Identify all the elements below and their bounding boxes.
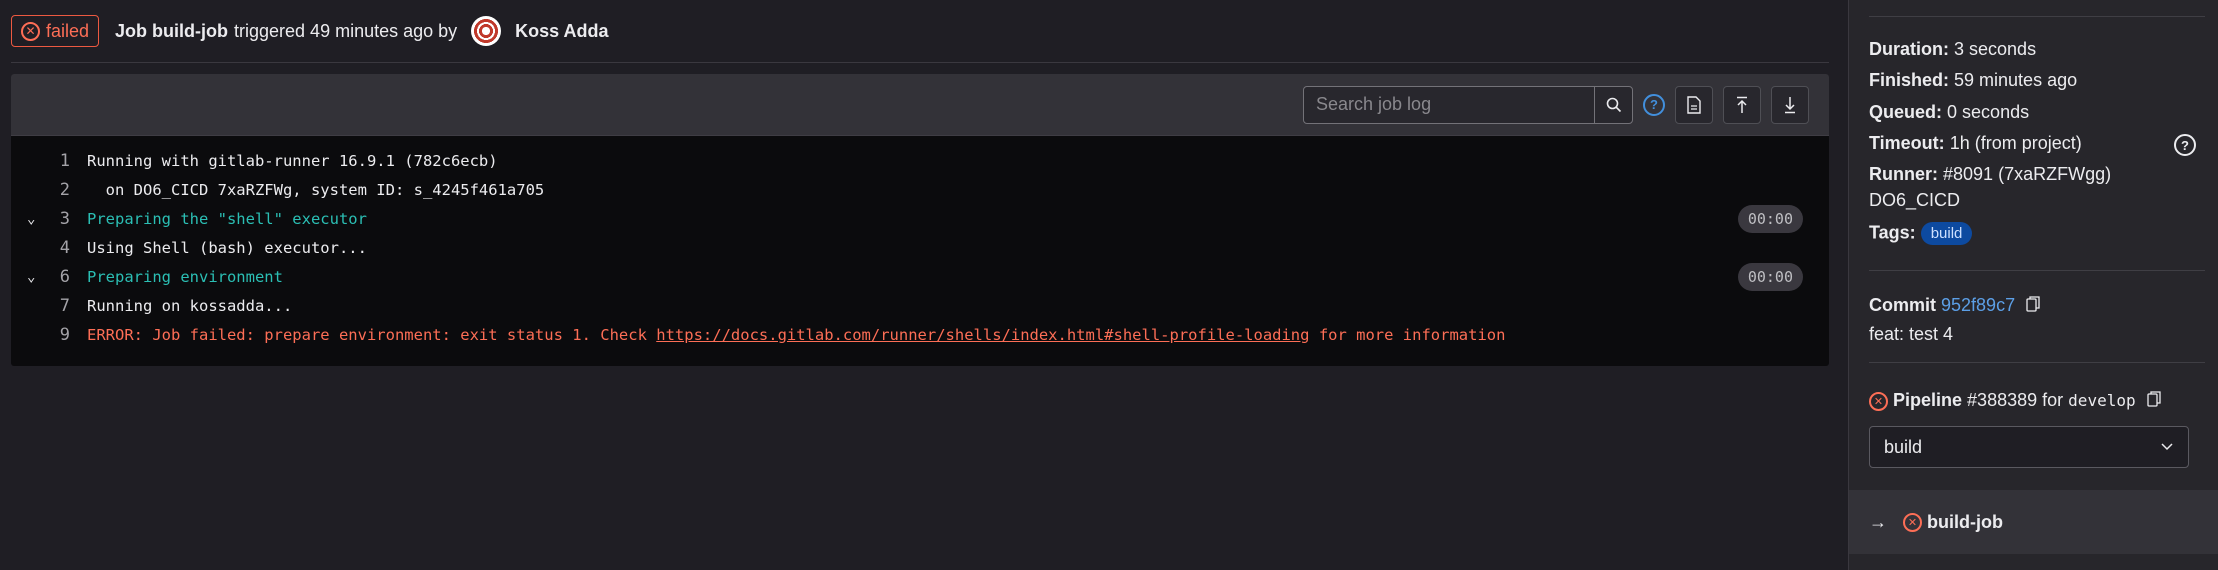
- section-duration-badge: 00:00: [1737, 263, 1803, 291]
- triggered-text: triggered 49 minutes ago by: [234, 20, 458, 41]
- log-text: on DO6_CICD 7xaRZFWg, system ID: s_4245f…: [87, 180, 545, 199]
- line-number[interactable]: 2: [11, 180, 87, 200]
- runner-row: Runner: #8091 (7xaRZFWgg): [1869, 164, 2111, 185]
- status-badge[interactable]: ✕ failed: [11, 15, 100, 47]
- runner-label: Runner:: [1869, 164, 1938, 184]
- tags-row: Tags: build: [1869, 222, 1973, 245]
- arrow-right-icon: →: [1869, 511, 1887, 532]
- tags-label: Tags:: [1869, 222, 1916, 243]
- stage-selected: build: [1884, 436, 1923, 457]
- line-number[interactable]: 9: [11, 325, 87, 345]
- scroll-top-icon: [1737, 96, 1747, 113]
- scroll-top-button[interactable]: [1723, 85, 1761, 124]
- log-section-header[interactable]: ⌄ 3 Preparing the "shell" executor 00:00: [11, 204, 1829, 233]
- job-sidebar: Duration: 3 seconds Finished: 59 minutes…: [1848, 0, 2218, 570]
- timeout-value: 1h (from project): [1949, 133, 2082, 153]
- log-text: Running with gitlab-runner 16.9.1 (782c6…: [87, 151, 498, 170]
- search-button[interactable]: [1594, 86, 1632, 123]
- section-duration-badge: 00:00: [1737, 205, 1803, 233]
- queued-row: Queued: 0 seconds: [1869, 102, 2029, 123]
- finished-label: Finished:: [1869, 70, 1949, 90]
- scroll-bottom-icon: [1785, 96, 1795, 113]
- job-header: ✕ failed Job build-job triggered 49 minu…: [11, 14, 1831, 48]
- timeout-row: Timeout: 1h (from project): [1869, 133, 2082, 154]
- log-toolbar: ?: [11, 74, 1829, 136]
- commit-sha-link[interactable]: 952f89c7: [1941, 295, 2015, 315]
- log-line: 2 on DO6_CICD 7xaRZFWg, system ID: s_424…: [11, 175, 1829, 204]
- log-search: [1303, 85, 1633, 124]
- line-number[interactable]: 3: [11, 209, 87, 229]
- job-name: Job build-job: [115, 20, 229, 41]
- raw-log-button[interactable]: [1675, 85, 1713, 124]
- log-text: Running on kossadda...: [87, 296, 293, 315]
- job-page: ✕ failed Job build-job triggered 49 minu…: [0, 0, 2218, 570]
- sidebar-divider: [1869, 270, 2205, 271]
- commit-title: feat: test 4: [1869, 324, 1954, 344]
- line-number[interactable]: 6: [11, 267, 87, 287]
- raw-log-icon: [1687, 95, 1701, 114]
- pipeline-for-text: for: [2042, 390, 2064, 410]
- avatar[interactable]: [471, 16, 502, 46]
- log-text: Preparing environment: [87, 267, 283, 286]
- timeout-label: Timeout:: [1869, 133, 1945, 153]
- duration-row: Duration: 3 seconds: [1869, 39, 2036, 60]
- job-log: ?: [11, 74, 1829, 366]
- finished-value: 59 minutes ago: [1954, 70, 2078, 90]
- tag-badge: build: [1920, 222, 1973, 245]
- error-text: ERROR: Job failed: prepare environment: …: [87, 326, 1505, 344]
- line-number[interactable]: 7: [11, 296, 87, 316]
- search-icon: [1606, 97, 1621, 112]
- chevron-down-icon: [2161, 443, 2173, 451]
- stage-dropdown[interactable]: build: [1869, 426, 2189, 468]
- sidebar-divider: [1869, 362, 2205, 363]
- sidebar-divider: [1869, 16, 2205, 17]
- error-suffix: for more information: [1309, 325, 1506, 344]
- pipeline-row: ✕ Pipeline #388389 for develop: [1869, 390, 2161, 412]
- job-item-name: build-job: [1927, 511, 2003, 532]
- failed-status-icon[interactable]: ✕: [1869, 391, 1888, 411]
- duration-label: Duration:: [1869, 39, 1949, 59]
- log-lines: 1 Running with gitlab-runner 16.9.1 (782c…: [11, 136, 1829, 349]
- header-divider: [11, 62, 1829, 63]
- chevron-down-icon[interactable]: ⌄: [27, 211, 47, 227]
- scroll-bottom-button[interactable]: [1771, 85, 1809, 124]
- timeout-help-icon[interactable]: ?: [2174, 134, 2196, 156]
- finished-row: Finished: 59 minutes ago: [1869, 70, 2077, 91]
- queued-label: Queued:: [1869, 102, 1943, 122]
- log-text: Using Shell (bash) executor...: [87, 238, 367, 257]
- user-name-link[interactable]: Koss Adda: [515, 21, 608, 42]
- search-input[interactable]: [1304, 86, 1594, 123]
- line-number[interactable]: 4: [11, 238, 87, 258]
- log-line: 4 Using Shell (bash) executor...: [11, 233, 1829, 262]
- status-text: failed: [46, 20, 90, 41]
- help-icon[interactable]: ?: [1643, 93, 1665, 116]
- log-text: Preparing the "shell" executor: [87, 209, 367, 228]
- log-section-header[interactable]: ⌄ 6 Preparing environment 00:00: [11, 262, 1829, 291]
- copy-icon[interactable]: [2026, 296, 2040, 317]
- pipeline-label: Pipeline: [1893, 390, 1963, 410]
- failed-status-icon: ✕: [21, 21, 40, 41]
- log-line: 7 Running on kossadda...: [11, 291, 1829, 320]
- queued-value: 0 seconds: [1947, 102, 2030, 122]
- chevron-down-icon[interactable]: ⌄: [27, 269, 47, 285]
- commit-label: Commit: [1869, 295, 1936, 315]
- failed-status-icon: ✕: [1903, 512, 1922, 532]
- runner-name: DO6_CICD: [1869, 190, 1961, 210]
- current-job-item[interactable]: → ✕ build-job: [1849, 490, 2218, 554]
- runner-value: #8091 (7xaRZFWgg): [1943, 164, 2112, 184]
- copy-icon[interactable]: [2146, 391, 2161, 412]
- log-line: 1 Running with gitlab-runner 16.9.1 (782c…: [11, 146, 1829, 175]
- commit-row: Commit 952f89c7: [1869, 295, 2040, 317]
- duration-value: 3 seconds: [1954, 39, 2037, 59]
- pipeline-ref-link[interactable]: develop: [2068, 391, 2135, 410]
- job-header-text: Job build-job triggered 49 minutes ago b…: [115, 16, 609, 46]
- error-help-link[interactable]: https://docs.gitlab.com/runner/shells/in…: [656, 326, 1309, 344]
- error-prefix: ERROR: Job failed: prepare environment: …: [87, 325, 657, 344]
- job-main: ✕ failed Job build-job triggered 49 minu…: [0, 0, 1848, 570]
- log-line-error: 9 ERROR: Job failed: prepare environment…: [11, 320, 1829, 349]
- line-number[interactable]: 1: [11, 151, 87, 171]
- pipeline-id-link[interactable]: #388389: [1967, 390, 2037, 410]
